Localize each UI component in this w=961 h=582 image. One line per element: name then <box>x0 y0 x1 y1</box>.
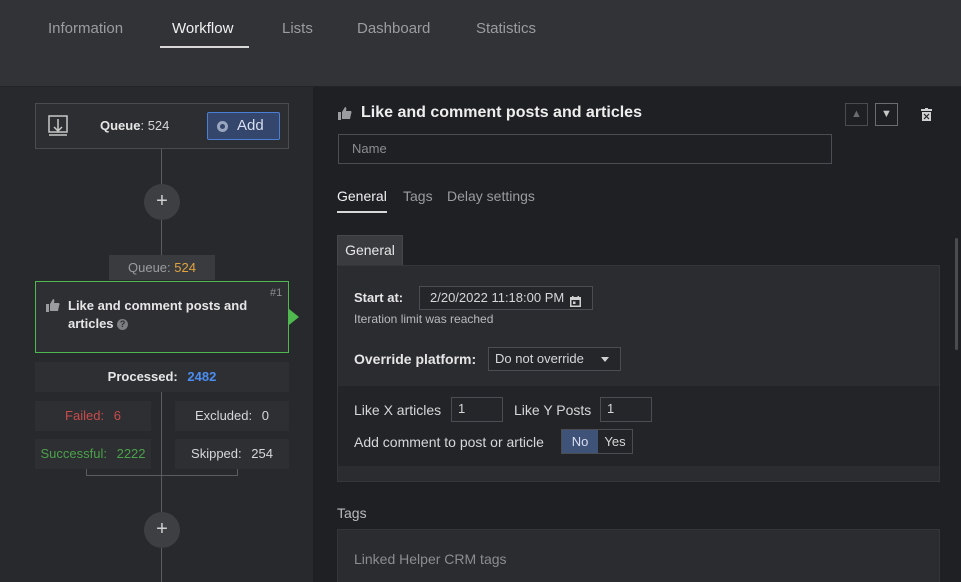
name-input[interactable]: Name <box>338 134 832 164</box>
skipped-label: Skipped: <box>191 446 242 461</box>
add-button[interactable]: Add <box>207 112 280 140</box>
crm-tags-input[interactable]: Linked Helper CRM tags <box>354 551 507 567</box>
successful-label: Successful: <box>40 446 107 461</box>
plus-icon[interactable]: + <box>144 512 180 548</box>
processed-stat: Processed: 2482 <box>35 362 289 392</box>
like-articles-input[interactable]: 1 <box>451 397 503 422</box>
connector-line <box>161 220 162 256</box>
failed-value: 6 <box>113 408 121 423</box>
processed-label: Processed: <box>107 369 178 384</box>
successful-value: 2222 <box>116 446 146 461</box>
like-posts-label: Like Y Posts <box>514 402 592 418</box>
failed-stat[interactable]: Failed: 6 <box>35 401 151 431</box>
override-platform-select[interactable]: Do not override <box>488 347 621 371</box>
active-tab-underline <box>160 46 249 48</box>
import-icon[interactable] <box>48 115 68 137</box>
connector-line <box>161 392 162 514</box>
node-queue-label: Queue: <box>128 260 171 275</box>
add-label: Add <box>237 117 264 134</box>
start-at-label: Start at: <box>354 290 404 305</box>
excluded-value: 0 <box>261 408 269 423</box>
queue-count: 524 <box>147 118 170 133</box>
thumbs-up-icon <box>46 298 60 312</box>
tags-heading: Tags <box>337 505 367 521</box>
toggle-yes-option[interactable]: Yes <box>598 430 632 453</box>
tab-statistics[interactable]: Statistics <box>476 20 536 50</box>
general-section-tab[interactable]: General <box>337 235 403 266</box>
skipped-stat[interactable]: Skipped: 254 <box>175 439 289 469</box>
toggle-no-option[interactable]: No <box>562 430 598 453</box>
start-at-field[interactable]: 2/20/2022 11:18:00 PM <box>419 286 593 310</box>
excluded-label: Excluded: <box>195 408 253 423</box>
skipped-value: 254 <box>251 446 273 461</box>
excluded-stat[interactable]: Excluded: 0 <box>175 401 289 431</box>
tab-information[interactable]: Information <box>48 20 123 50</box>
tab-dashboard[interactable]: Dashboard <box>357 20 430 50</box>
queue-box: Queue: 524 Add <box>35 103 289 149</box>
start-at-value: 2/20/2022 11:18:00 PM <box>430 290 565 305</box>
connector-line <box>161 548 162 582</box>
workflow-node[interactable]: Like and comment posts and articles ? #1 <box>35 281 289 353</box>
node-queue-badge: Queue: 524 <box>109 255 215 280</box>
chevron-down-icon[interactable]: ▼ <box>875 103 898 126</box>
override-platform-value: Do not override <box>495 351 584 366</box>
panel-title: Like and comment posts and articles <box>361 104 642 121</box>
trash-icon[interactable] <box>921 108 932 121</box>
override-platform-label: Override platform: <box>354 351 477 367</box>
subtab-delay-settings[interactable]: Delay settings <box>447 188 535 204</box>
add-comment-label: Add comment to post or article <box>354 434 544 450</box>
queue-label: Queue <box>100 118 141 133</box>
plus-icon[interactable]: + <box>144 184 180 220</box>
calendar-icon[interactable] <box>570 292 581 307</box>
subtab-underline <box>337 211 387 213</box>
like-posts-input[interactable]: 1 <box>600 397 652 422</box>
scrollbar[interactable] <box>955 238 958 350</box>
add-circle-icon <box>217 121 228 132</box>
thumbs-up-icon <box>338 106 352 120</box>
subtab-tags[interactable]: Tags <box>403 188 433 204</box>
queue-info: Queue: 524 <box>100 118 170 133</box>
like-articles-label: Like X articles <box>354 402 442 418</box>
add-comment-toggle: No Yes <box>561 429 633 454</box>
tab-lists[interactable]: Lists <box>282 20 313 50</box>
processed-value: 2482 <box>187 369 217 384</box>
subtab-general[interactable]: General <box>337 188 387 204</box>
failed-label: Failed: <box>65 408 105 423</box>
chevron-up-icon[interactable]: ▲ <box>845 103 868 126</box>
help-icon[interactable]: ? <box>117 319 129 330</box>
iteration-note: Iteration limit was reached <box>354 312 494 326</box>
successful-stat[interactable]: Successful: 2222 <box>35 439 151 469</box>
connector-line <box>161 149 162 185</box>
node-queue-count: 524 <box>174 260 196 275</box>
dropdown-arrow-icon <box>601 357 609 362</box>
node-title: Like and comment posts and articles ? <box>68 298 248 331</box>
node-number: #1 <box>270 287 283 299</box>
node-selected-arrow <box>289 309 299 325</box>
